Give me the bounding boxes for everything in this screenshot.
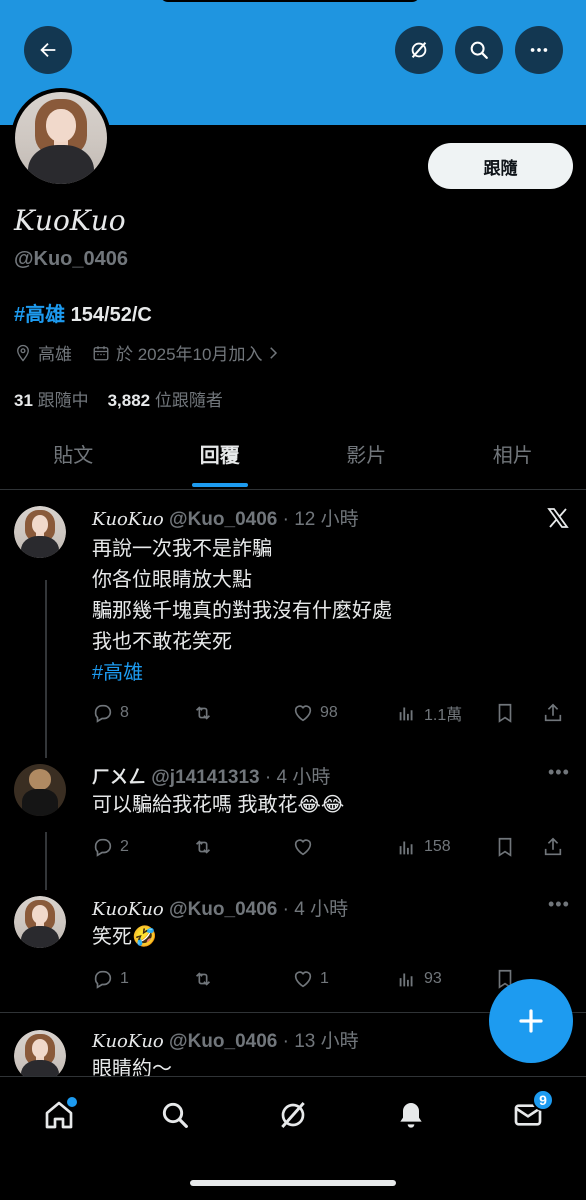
messages-badge: 9 bbox=[532, 1089, 554, 1111]
reply-button[interactable]: 8 bbox=[92, 702, 192, 724]
views-button[interactable]: 93 bbox=[396, 968, 494, 990]
tab-replies[interactable]: 回覆 bbox=[147, 428, 294, 489]
post-text: 眼睛約～ bbox=[92, 1058, 172, 1076]
repost-icon bbox=[195, 972, 211, 986]
views-button[interactable]: 158 bbox=[396, 836, 494, 858]
profile-avatar[interactable] bbox=[11, 88, 111, 188]
repost-button[interactable] bbox=[192, 968, 292, 990]
avatar[interactable] bbox=[14, 764, 66, 816]
compose-button[interactable] bbox=[489, 979, 573, 1063]
location-icon bbox=[17, 344, 29, 362]
views-button[interactable]: 1.1萬 bbox=[396, 701, 494, 725]
bookmark-button[interactable] bbox=[494, 702, 542, 724]
back-button[interactable] bbox=[24, 26, 72, 74]
plus-icon bbox=[519, 1009, 543, 1033]
calendar-icon bbox=[93, 345, 109, 360]
avatar[interactable] bbox=[14, 506, 66, 558]
new-posts-dot bbox=[67, 1097, 77, 1107]
profile-bio: #高雄 154/52/C bbox=[14, 298, 152, 327]
profile-joined[interactable]: 於 2025年10月加入 bbox=[116, 340, 262, 365]
profile-meta: 高雄 於 2025年10月加入 bbox=[14, 340, 288, 365]
post-header: 𝐾𝑢𝑜𝐾𝑢𝑜 @Kuo_0406 · 13 小時 bbox=[92, 1031, 359, 1052]
more-button[interactable] bbox=[515, 26, 563, 74]
share-button[interactable] bbox=[542, 702, 564, 724]
profile-stats: 31 跟隨中 3,882 位跟隨者 bbox=[14, 386, 223, 411]
bookmark-button[interactable] bbox=[494, 836, 542, 858]
views-icon bbox=[399, 707, 413, 721]
like-button[interactable]: 98 bbox=[292, 702, 396, 724]
profile-handle: @Kuo_0406 bbox=[14, 248, 128, 270]
tab-posts[interactable]: 貼文 bbox=[0, 428, 147, 489]
repost-icon bbox=[195, 840, 211, 854]
grok-icon bbox=[281, 1102, 305, 1128]
reply-icon bbox=[94, 970, 112, 989]
repost-icon bbox=[195, 706, 211, 720]
following-link[interactable]: 31 跟隨中 bbox=[14, 391, 89, 410]
nav-notifications[interactable] bbox=[391, 1095, 431, 1135]
reply-button[interactable]: 1 bbox=[92, 968, 192, 990]
post-text: 可以騙給我花嗎 我敢花😂😂 bbox=[92, 794, 345, 816]
post-actions: 8 98 1.1萬 bbox=[92, 700, 572, 726]
post-header: ㄏㄨㄥ @j14141313 · 4 小時 bbox=[92, 767, 331, 788]
post-text: 再說一次我不是詐騙 你各位眼睛放大點 騙那幾千塊真的對我沒有什麼好處 我也不敢花… bbox=[92, 534, 392, 689]
heart-icon bbox=[294, 839, 312, 856]
nav-grok[interactable] bbox=[273, 1095, 313, 1135]
x-logo-icon bbox=[547, 508, 569, 528]
more-horizontal-icon bbox=[530, 48, 548, 52]
profile-tabs: 貼文 回覆 影片 相片 bbox=[0, 428, 586, 490]
like-button[interactable] bbox=[292, 836, 396, 858]
share-button[interactable] bbox=[542, 836, 564, 858]
views-icon bbox=[399, 841, 413, 855]
repost-button[interactable] bbox=[192, 702, 292, 724]
repost-button[interactable] bbox=[192, 836, 292, 858]
post-hashtag[interactable]: #高雄 bbox=[92, 658, 392, 689]
nav-search[interactable] bbox=[155, 1095, 195, 1135]
arrow-left-icon bbox=[40, 42, 56, 58]
reply-button[interactable]: 2 bbox=[92, 836, 192, 858]
post-header: 𝐾𝑢𝑜𝐾𝑢𝑜 @Kuo_0406 · 12 小時 bbox=[92, 509, 359, 530]
thread-connector bbox=[45, 832, 47, 890]
more-horizontal-icon[interactable]: ••• bbox=[548, 894, 570, 915]
home-indicator bbox=[190, 1180, 396, 1186]
post-actions: 1 1 93 bbox=[92, 966, 572, 992]
share-icon bbox=[544, 703, 562, 722]
active-tab-indicator bbox=[191, 483, 248, 487]
nav-home[interactable] bbox=[39, 1095, 79, 1135]
thread-connector bbox=[45, 580, 47, 758]
search-icon bbox=[162, 1102, 188, 1128]
like-button[interactable]: 1 bbox=[292, 968, 396, 990]
heart-icon bbox=[294, 971, 312, 988]
chevron-right-icon[interactable] bbox=[264, 344, 282, 362]
avatar[interactable] bbox=[14, 896, 66, 948]
nav-messages[interactable]: 9 bbox=[508, 1089, 554, 1135]
views-icon bbox=[399, 973, 413, 987]
bookmark-icon bbox=[498, 837, 512, 857]
notifications-icon bbox=[400, 1103, 422, 1128]
more-horizontal-icon[interactable]: ••• bbox=[548, 762, 570, 783]
avatar[interactable] bbox=[14, 1030, 66, 1076]
post-header: 𝐾𝑢𝑜𝐾𝑢𝑜 @Kuo_0406 · 4 小時 bbox=[92, 899, 349, 920]
reply-icon bbox=[94, 704, 112, 723]
heart-icon bbox=[294, 705, 312, 722]
dynamic-island bbox=[160, 0, 420, 2]
bio-hashtag[interactable]: #高雄 bbox=[14, 304, 65, 326]
bio-text: 154/52/C bbox=[65, 304, 152, 326]
share-icon bbox=[544, 837, 562, 856]
post-actions: 2 158 bbox=[92, 834, 572, 860]
search-icon bbox=[470, 41, 488, 59]
tab-videos[interactable]: 影片 bbox=[293, 428, 440, 489]
post-text: 笑死🤣 bbox=[92, 926, 157, 948]
followers-link[interactable]: 3,882 位跟隨者 bbox=[108, 391, 223, 410]
bookmark-icon bbox=[498, 703, 512, 723]
follow-button[interactable]: 跟隨 bbox=[428, 143, 573, 189]
display-name: 𝐾𝑢𝑜𝐾𝑢𝑜 bbox=[14, 204, 126, 237]
grok-button[interactable] bbox=[395, 26, 443, 74]
profile-location: 高雄 bbox=[38, 345, 72, 364]
grok-icon bbox=[411, 42, 427, 58]
search-button[interactable] bbox=[455, 26, 503, 74]
reply-icon bbox=[94, 838, 112, 857]
tab-photos[interactable]: 相片 bbox=[440, 428, 586, 489]
